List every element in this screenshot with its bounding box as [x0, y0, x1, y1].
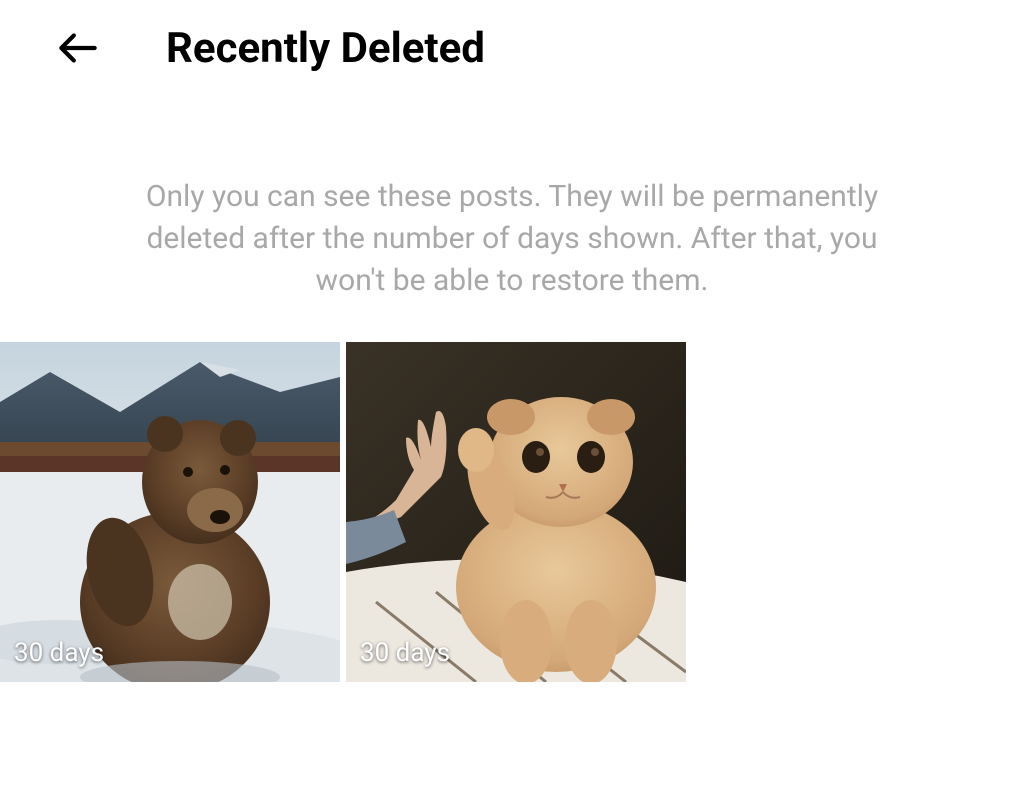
days-remaining-label: 30 days [14, 638, 104, 668]
info-description: Only you can see these posts. They will … [72, 176, 952, 302]
header: Recently Deleted [0, 0, 1024, 86]
thumbnail-image [0, 342, 340, 682]
deleted-item[interactable]: 30 days [346, 342, 686, 682]
page-title: Recently Deleted [166, 24, 485, 73]
days-remaining-label: 30 days [360, 638, 450, 668]
deleted-items-grid: 30 days [0, 342, 1024, 682]
back-button[interactable] [50, 20, 106, 76]
thumbnail-image [346, 342, 686, 682]
arrow-left-icon [53, 23, 103, 73]
deleted-item[interactable]: 30 days [0, 342, 340, 682]
